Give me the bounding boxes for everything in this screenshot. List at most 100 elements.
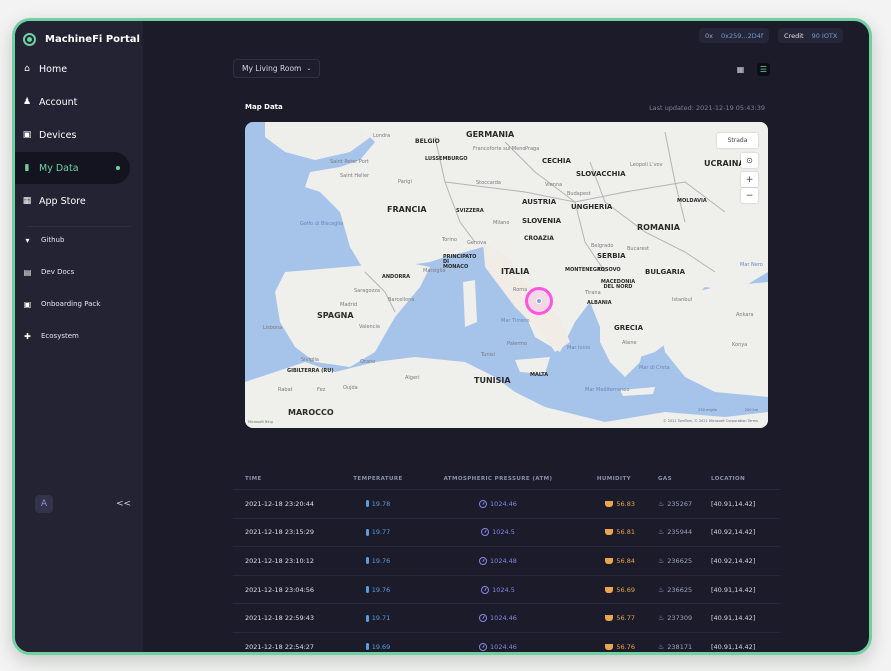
cell-location: [40.92,14.42] (711, 557, 780, 565)
humidity-icon (605, 643, 614, 650)
map-label-city: Francoforte sul Meno (473, 146, 526, 152)
cell-time: 2021-12-18 23:04:56 (233, 586, 333, 594)
map-label-city: Milano (493, 220, 510, 226)
zoom-out-button[interactable]: − (741, 188, 758, 203)
location-marker[interactable] (525, 287, 553, 315)
map-label-country: SLOVENIA (522, 217, 562, 225)
map-brand-logo: Microsoft Bing (248, 420, 273, 424)
table-row[interactable]: 2021-12-18 23:10:12 19.76 1024.48 56.84 … (233, 547, 780, 576)
map-label-country: LUSSEMBURGO (425, 156, 468, 162)
column-header-location[interactable]: LOCATION (711, 476, 780, 482)
room-select[interactable]: My Living Room ⌄ (233, 59, 321, 78)
map[interactable]: GERMANIA BELGIO LUSSEMBURGO CECHIA SLOVA… (245, 122, 768, 428)
cell-location: [40.91,14.42] (711, 586, 780, 594)
credit-badge[interactable]: Credit 90 IOTX (778, 28, 844, 43)
map-label-sea: Mar Ionio (567, 345, 591, 351)
map-label-country: GRECIA (614, 324, 644, 332)
table-row[interactable]: 2021-12-18 23:20:44 19.78 1024.46 56.83 … (233, 490, 780, 519)
sidebar-item-app-store[interactable]: ▦ App Store (15, 185, 130, 217)
location-value: [40.91,14.42] (711, 614, 756, 623)
sidebar-link-label: Github (41, 236, 65, 244)
cell-pressure: 1024.5 (423, 585, 573, 594)
zoom-in-button[interactable]: + (741, 172, 758, 187)
column-header-temperature[interactable]: TEMPERATURE (333, 476, 423, 482)
gas-icon: ♨ (658, 499, 665, 508)
locate-me-button[interactable]: ⊙ (741, 153, 758, 168)
location-value: [40.91,14.42] (711, 585, 756, 594)
sidebar-item-label: My Data (39, 162, 79, 174)
table-row[interactable]: 2021-12-18 23:04:56 19.76 1024.5 56.69 ♨… (233, 576, 780, 605)
thermometer-icon (365, 586, 369, 594)
humidity-icon (605, 557, 614, 564)
user-icon: ♟ (22, 97, 32, 107)
map-label-country: MAROCCO (288, 408, 334, 417)
map-label-city: Palermo (507, 341, 528, 347)
map-label-city: Bucarest (627, 246, 649, 252)
scale-miles: 250 miglia (698, 408, 717, 412)
cell-pressure: 1024.46 (423, 499, 573, 508)
table-row[interactable]: 2021-12-18 22:59:43 19.71 1024.46 56.77 … (233, 604, 780, 633)
cell-time: 2021-12-18 23:20:44 (233, 500, 333, 508)
brand[interactable]: MachineFi Portal (23, 29, 140, 49)
sidebar: MachineFi Portal ⌂ Home ♟ Account ▣ Devi… (15, 21, 143, 652)
column-header-pressure[interactable]: ATMOSPHERIC PRESSURE (ATM) (423, 476, 573, 482)
column-header-humidity[interactable]: HUMIDITY (573, 476, 643, 482)
location-value: [40.92,14.42] (711, 528, 756, 537)
map-label-sea: Mar Tirreno (501, 318, 530, 324)
credit-label: Credit (784, 31, 804, 40)
cell-temperature: 19.78 (333, 500, 423, 508)
map-label-city: Saragozza (354, 288, 380, 294)
table-row[interactable]: 2021-12-18 22:54:27 19.69 1024.46 56.76 … (233, 633, 780, 652)
column-header-gas[interactable]: GAS (643, 476, 711, 482)
sidebar-item-account[interactable]: ♟ Account (15, 86, 130, 118)
sidebar-item-devices[interactable]: ▣ Devices (15, 119, 130, 151)
cell-pressure: 1024.5 (423, 528, 573, 537)
chip-icon: ▣ (22, 130, 32, 140)
grid-icon: ▦ (22, 196, 32, 206)
home-icon: ⌂ (24, 64, 30, 74)
map-label-sea: Mar Mediterraneo (585, 387, 630, 393)
sidebar-link-github[interactable]: ▾ Github (15, 228, 130, 252)
sidebar-item-home[interactable]: ⌂ Home (15, 53, 130, 85)
map-label-country: FRANCIA (387, 205, 427, 214)
sidebar-link-onboarding-pack[interactable]: ▣ Onboarding Pack (15, 292, 130, 316)
map-label-country: CROAZIA (524, 235, 554, 242)
time-value: 2021-12-18 22:59:43 (245, 614, 315, 623)
humidity-icon (605, 500, 614, 507)
cell-time: 2021-12-18 23:10:12 (233, 557, 333, 565)
apps-icon: ✚ (24, 331, 31, 341)
machinefi-logo-icon (23, 32, 36, 46)
map-label-country: GERMANIA (466, 130, 515, 139)
time-value: 2021-12-18 23:04:56 (245, 585, 315, 594)
avatar[interactable]: A (35, 495, 53, 513)
sidebar-link-ecosystem[interactable]: ✚ Ecosystem (15, 324, 130, 348)
cell-gas: ♨ 236625 (643, 586, 711, 594)
map-style-button[interactable]: Strada (717, 133, 758, 148)
collapse-sidebar-button[interactable]: << (116, 499, 131, 509)
sidebar-item-my-data[interactable]: ▮ My Data (15, 152, 130, 184)
temperature-value: 19.78 (371, 499, 391, 508)
map-label-city: Istanbul (672, 297, 693, 303)
grid-view-button[interactable]: ▦ (734, 63, 747, 76)
cell-time: 2021-12-18 22:59:43 (233, 614, 333, 622)
map-label-country: BELGIO (415, 138, 440, 145)
column-header-time[interactable]: TIME (233, 476, 333, 482)
map-label-city: Valencia (359, 324, 380, 330)
section-title: Map Data (245, 103, 283, 111)
sidebar-link-dev-docs[interactable]: ▤ Dev Docs (15, 260, 130, 284)
map-label-city: Stoccarda (476, 180, 501, 186)
bar-chart-icon: ▮ (24, 163, 30, 173)
pressure-value: 1024.48 (490, 556, 517, 565)
gas-value: 236625 (667, 585, 693, 594)
list-view-button[interactable]: ☰ (757, 63, 770, 76)
map-label-city: Parigi (398, 179, 412, 185)
pressure-value: 1024.5 (492, 528, 515, 537)
map-copyright[interactable]: © 2021 TomTom, © 2021 Microsoft Corporat… (663, 419, 758, 423)
table-row[interactable]: 2021-12-18 23:15:29 19.77 1024.5 56.81 ♨… (233, 519, 780, 548)
credit-value: 90 IOTX (811, 31, 838, 40)
gauge-icon (481, 585, 490, 594)
wallet-badge[interactable]: 0x 0x259...2D4f (699, 28, 770, 43)
humidity-value: 56.81 (616, 528, 635, 537)
room-select-value: My Living Room (242, 64, 302, 73)
location-value: [40.91,14.42] (711, 642, 756, 651)
